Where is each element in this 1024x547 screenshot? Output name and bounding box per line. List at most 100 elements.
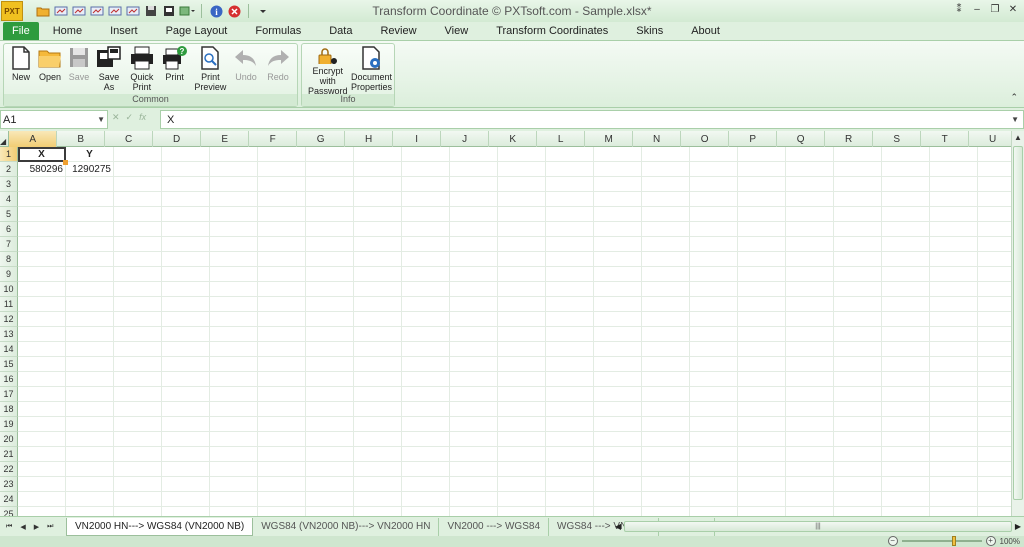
grid-cell[interactable] bbox=[882, 447, 930, 462]
grid-cell[interactable] bbox=[738, 462, 786, 477]
grid-cell[interactable] bbox=[210, 267, 258, 282]
grid-cell[interactable] bbox=[978, 462, 1011, 477]
grid-cell[interactable] bbox=[546, 477, 594, 492]
grid-cell[interactable] bbox=[642, 237, 690, 252]
grid-cell[interactable] bbox=[738, 207, 786, 222]
tab-home[interactable]: Home bbox=[39, 22, 96, 40]
row-header[interactable]: 8 bbox=[0, 252, 18, 267]
grid-cell[interactable] bbox=[114, 447, 162, 462]
grid-cell[interactable] bbox=[642, 357, 690, 372]
row-header[interactable]: 25 bbox=[0, 507, 18, 516]
row-header[interactable]: 6 bbox=[0, 222, 18, 237]
grid-cell[interactable] bbox=[786, 147, 834, 162]
grid-cell[interactable] bbox=[930, 462, 978, 477]
grid-cell[interactable] bbox=[162, 372, 210, 387]
grid-cell[interactable] bbox=[306, 507, 354, 516]
grid-cell[interactable] bbox=[402, 447, 450, 462]
grid-cell[interactable] bbox=[306, 417, 354, 432]
grid-cell[interactable] bbox=[546, 342, 594, 357]
row-header[interactable]: 18 bbox=[0, 402, 18, 417]
grid-cell[interactable] bbox=[978, 177, 1011, 192]
grid-cell[interactable] bbox=[354, 177, 402, 192]
column-header[interactable]: I bbox=[393, 131, 442, 147]
grid-cell[interactable] bbox=[66, 207, 114, 222]
grid-cell[interactable] bbox=[114, 297, 162, 312]
grid-cell[interactable] bbox=[594, 312, 642, 327]
row-header[interactable]: 12 bbox=[0, 312, 18, 327]
grid-cell[interactable] bbox=[978, 282, 1011, 297]
transform-icon[interactable] bbox=[125, 3, 141, 19]
grid-cell[interactable] bbox=[594, 372, 642, 387]
grid-cell[interactable] bbox=[210, 252, 258, 267]
grid-cell[interactable] bbox=[354, 297, 402, 312]
grid-cell[interactable] bbox=[786, 402, 834, 417]
grid-cell[interactable] bbox=[882, 162, 930, 177]
grid-cell[interactable] bbox=[642, 507, 690, 516]
grid-cell[interactable] bbox=[546, 192, 594, 207]
grid-cell[interactable] bbox=[258, 192, 306, 207]
grid-cell[interactable] bbox=[114, 237, 162, 252]
grid-cell[interactable] bbox=[498, 357, 546, 372]
grid-cell[interactable] bbox=[210, 492, 258, 507]
column-header[interactable]: U bbox=[969, 131, 1011, 147]
grid-cell[interactable] bbox=[642, 432, 690, 447]
grid-cell[interactable] bbox=[66, 357, 114, 372]
row-header[interactable]: 9 bbox=[0, 267, 18, 282]
grid-cell[interactable] bbox=[642, 192, 690, 207]
grid-cell[interactable] bbox=[546, 417, 594, 432]
grid-cell[interactable] bbox=[258, 177, 306, 192]
grid-cell[interactable] bbox=[114, 342, 162, 357]
grid-cell[interactable] bbox=[258, 222, 306, 237]
grid-cell[interactable] bbox=[210, 207, 258, 222]
restore-icon[interactable]: ❐ bbox=[988, 2, 1002, 16]
column-header[interactable]: H bbox=[345, 131, 394, 147]
grid-cell[interactable] bbox=[354, 147, 402, 162]
row-header[interactable]: 3 bbox=[0, 177, 18, 192]
grid-cell[interactable] bbox=[594, 402, 642, 417]
grid-cell[interactable] bbox=[738, 507, 786, 516]
column-header[interactable]: E bbox=[201, 131, 250, 147]
grid-cell[interactable] bbox=[978, 222, 1011, 237]
grid-cell[interactable] bbox=[642, 477, 690, 492]
grid-cell[interactable] bbox=[450, 372, 498, 387]
grid-cell[interactable] bbox=[306, 177, 354, 192]
grid-cell[interactable] bbox=[546, 357, 594, 372]
grid-cell[interactable] bbox=[402, 282, 450, 297]
grid-cell[interactable] bbox=[690, 252, 738, 267]
column-header[interactable]: L bbox=[537, 131, 586, 147]
grid-cell[interactable] bbox=[354, 477, 402, 492]
scroll-left-icon[interactable]: ◀ bbox=[612, 522, 624, 531]
grid-cell[interactable] bbox=[546, 507, 594, 516]
grid-cell[interactable] bbox=[450, 207, 498, 222]
grid-cell[interactable] bbox=[594, 267, 642, 282]
grid-cell[interactable] bbox=[258, 507, 306, 516]
grid-cell[interactable] bbox=[882, 222, 930, 237]
grid-cell[interactable] bbox=[66, 432, 114, 447]
column-header[interactable]: A bbox=[9, 131, 58, 147]
grid-cell[interactable] bbox=[258, 462, 306, 477]
grid-cell[interactable] bbox=[306, 252, 354, 267]
grid-cell[interactable] bbox=[498, 297, 546, 312]
grid-cell[interactable] bbox=[18, 387, 66, 402]
grid-cell[interactable] bbox=[786, 492, 834, 507]
grid-cell[interactable] bbox=[114, 267, 162, 282]
grid-cell[interactable] bbox=[882, 237, 930, 252]
grid-cell[interactable] bbox=[114, 162, 162, 177]
column-header[interactable]: T bbox=[921, 131, 970, 147]
grid-cell[interactable] bbox=[66, 387, 114, 402]
grid-cell[interactable] bbox=[114, 507, 162, 516]
grid-cell[interactable] bbox=[786, 162, 834, 177]
grid-cell[interactable] bbox=[546, 387, 594, 402]
grid-cell[interactable] bbox=[642, 372, 690, 387]
grid-cell[interactable] bbox=[642, 402, 690, 417]
grid-cell[interactable] bbox=[786, 237, 834, 252]
row-header[interactable]: 20 bbox=[0, 432, 18, 447]
zoom-slider[interactable] bbox=[901, 536, 982, 546]
grid-cell[interactable] bbox=[306, 342, 354, 357]
grid-cell[interactable] bbox=[882, 477, 930, 492]
grid-cell[interactable] bbox=[882, 327, 930, 342]
grid-cell[interactable] bbox=[258, 477, 306, 492]
grid-cell[interactable] bbox=[258, 447, 306, 462]
folder-open-icon[interactable] bbox=[35, 3, 51, 19]
grid-cell[interactable] bbox=[402, 237, 450, 252]
